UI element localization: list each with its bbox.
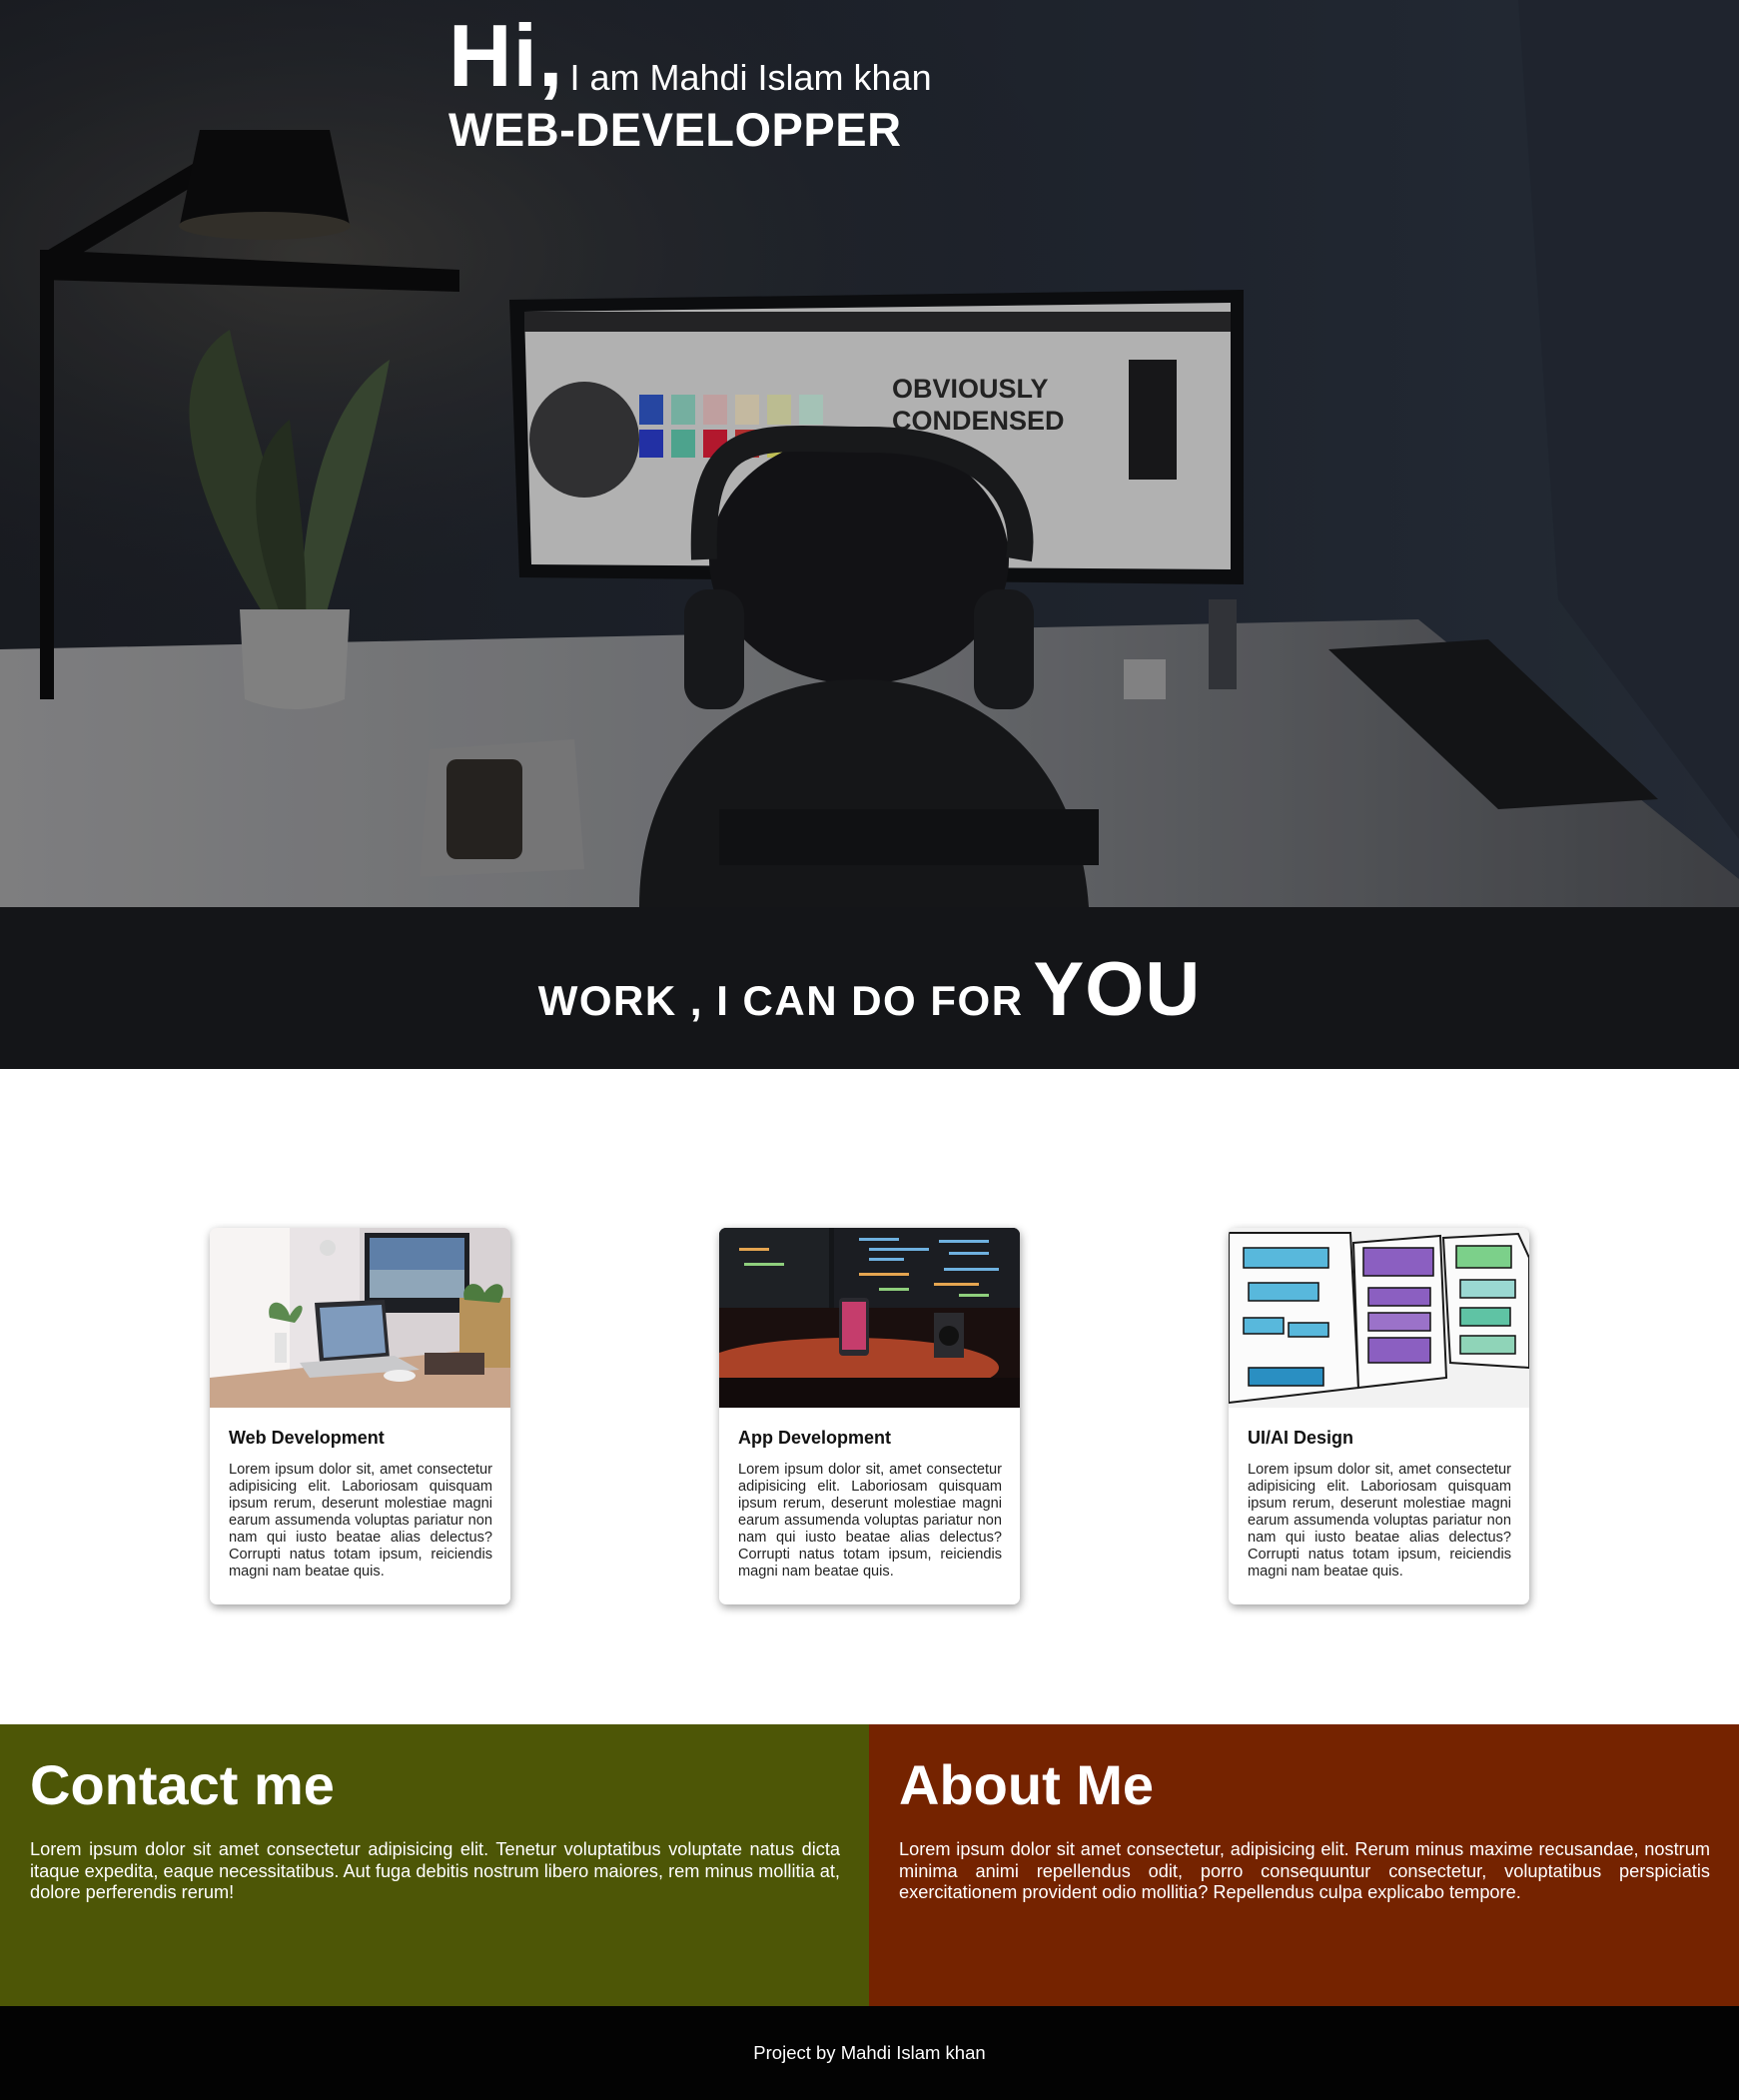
greeting-line: Hi, I am Mahdi Islam khan xyxy=(448,8,932,104)
role-title: WEB-DEVELOPPER xyxy=(448,103,902,156)
wireframe-sketch-image xyxy=(1229,1228,1529,1408)
card-description: Lorem ipsum dolor sit, amet consectetur … xyxy=(738,1462,1002,1579)
card-title: UI/AI Design xyxy=(1248,1428,1354,1448)
card-description: Lorem ipsum dolor sit, amet consectetur … xyxy=(229,1462,492,1579)
footer-credit: Project by Mahdi Islam khan xyxy=(753,2042,986,2063)
services-banner: WORK , I CAN DO FOR YOU xyxy=(0,907,1739,1069)
service-card-ui-design[interactable]: UI/AI Design Lorem ipsum dolor sit, amet… xyxy=(1229,1228,1529,1604)
card-description: Lorem ipsum dolor sit, amet consectetur … xyxy=(1248,1462,1511,1579)
contact-section: Contact me Lorem ipsum dolor sit amet co… xyxy=(0,1724,869,2006)
contact-title: Contact me xyxy=(30,1753,335,1816)
hero-section: OBVIOUSLY CONDENSED Hi, I am Mahdi Islam… xyxy=(0,0,1739,907)
about-title: About Me xyxy=(899,1753,1155,1816)
greeting-text: Hi, xyxy=(448,6,564,105)
services-heading-big: YOU xyxy=(1033,946,1202,1032)
hero-heading: Hi, I am Mahdi Islam khan WEB-DEVELOPPER xyxy=(448,8,932,158)
services-heading-small: WORK , I CAN DO FOR xyxy=(537,976,1024,1024)
footer: Project by Mahdi Islam khan xyxy=(0,2006,1739,2100)
service-card-app-development[interactable]: App Development Lorem ipsum dolor sit, a… xyxy=(719,1228,1020,1604)
about-text: Lorem ipsum dolor sit amet consectetur, … xyxy=(899,1839,1710,1902)
laptop-desk-image xyxy=(210,1228,510,1408)
intro-text: I am Mahdi Islam khan xyxy=(569,57,932,98)
service-card-web-development[interactable]: Web Development Lorem ipsum dolor sit, a… xyxy=(210,1228,510,1604)
card-title: App Development xyxy=(738,1428,892,1448)
services-heading: WORK , I CAN DO FOR YOU xyxy=(538,946,1202,1033)
contact-text: Lorem ipsum dolor sit amet consectetur a… xyxy=(30,1839,840,1902)
code-screens-image xyxy=(719,1228,1020,1408)
card-title: Web Development xyxy=(229,1428,385,1448)
about-section: About Me Lorem ipsum dolor sit amet cons… xyxy=(869,1724,1739,2006)
